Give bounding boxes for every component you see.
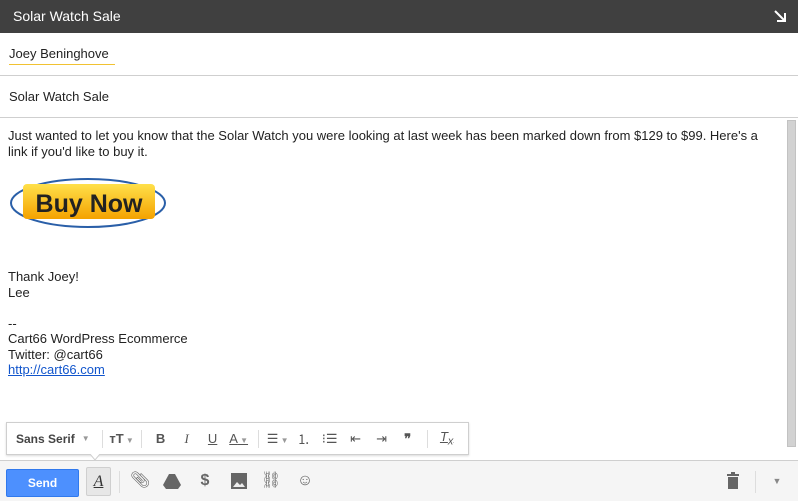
attach-icon[interactable]: 📎︎ xyxy=(130,471,150,491)
sender-name: Lee xyxy=(8,284,30,300)
divider xyxy=(755,471,756,493)
buy-now-text: Buy Now xyxy=(36,190,144,218)
buy-now-button-image[interactable]: Buy Now xyxy=(9,175,169,235)
divider xyxy=(101,429,103,448)
bulleted-list-icon[interactable]: ⁝☰ xyxy=(317,431,343,447)
sig-company: Cart66 WordPress Ecommerce xyxy=(8,331,188,346)
text-color-icon[interactable]: A ▼ xyxy=(226,431,252,446)
formatting-options-button[interactable]: A xyxy=(86,467,111,496)
italic-icon[interactable]: I xyxy=(174,431,200,447)
sig-twitter: Twitter: @cart66 xyxy=(8,346,103,362)
remove-formatting-icon[interactable]: Tx xyxy=(434,429,460,448)
money-icon[interactable]: $ xyxy=(195,471,215,491)
chevron-down-icon: ▼ xyxy=(81,434,90,443)
indent-less-icon[interactable]: ⇤ xyxy=(343,431,369,447)
more-options-chevron-icon[interactable]: ▼ xyxy=(767,471,787,491)
divider xyxy=(140,429,142,448)
compose-title: Solar Watch Sale xyxy=(13,8,121,24)
font-size-icon[interactable]: ᴛT ▼ xyxy=(109,431,135,446)
recipient-chip[interactable]: Joey Beninghove xyxy=(9,46,115,65)
align-icon[interactable]: ☰ ▼ xyxy=(265,431,291,447)
quote-icon[interactable]: ❞ xyxy=(395,431,421,447)
divider xyxy=(119,471,120,493)
numbered-list-icon[interactable]: ⒈ xyxy=(291,429,317,448)
font-select[interactable]: Sans Serif xyxy=(16,432,75,446)
indent-more-icon[interactable]: ⇥ xyxy=(369,431,395,447)
divider xyxy=(426,429,428,448)
trash-icon[interactable] xyxy=(723,471,743,491)
body-paragraph: Just wanted to let you know that the Sol… xyxy=(8,128,758,159)
divider xyxy=(257,429,259,448)
sig-dash: -- xyxy=(8,315,17,331)
signature: Thank Joey! Lee -- Cart66 WordPress Ecom… xyxy=(8,269,188,378)
bold-icon[interactable]: B xyxy=(148,431,174,446)
compose-actions: Send A 📎︎ $ ⛓︎ ☺︎ ▼ xyxy=(0,460,798,501)
emoji-icon[interactable]: ☺︎ xyxy=(295,471,315,491)
insert-photo-icon[interactable] xyxy=(229,471,249,491)
underline-icon[interactable]: U xyxy=(200,431,226,446)
link-icon[interactable]: ⛓︎ xyxy=(261,471,281,491)
to-field[interactable]: Joey Beninghove xyxy=(0,33,798,76)
subject-field[interactable]: Solar Watch Sale xyxy=(0,76,798,118)
drive-icon[interactable] xyxy=(162,471,182,491)
send-button[interactable]: Send xyxy=(6,469,79,497)
popout-arrow-icon[interactable] xyxy=(774,7,788,23)
sig-link[interactable]: http://cart66.com xyxy=(8,362,105,377)
scrollbar[interactable] xyxy=(787,120,796,447)
subject-input[interactable]: Solar Watch Sale xyxy=(9,89,109,104)
compose-titlebar[interactable]: Solar Watch Sale xyxy=(0,0,798,33)
format-toolbar: Sans Serif ▼ ᴛT ▼ B I U A ▼ ☰ ▼ ⒈ ⁝☰ ⇤ ⇥ … xyxy=(6,422,469,455)
closing-line: Thank Joey! xyxy=(8,269,79,284)
